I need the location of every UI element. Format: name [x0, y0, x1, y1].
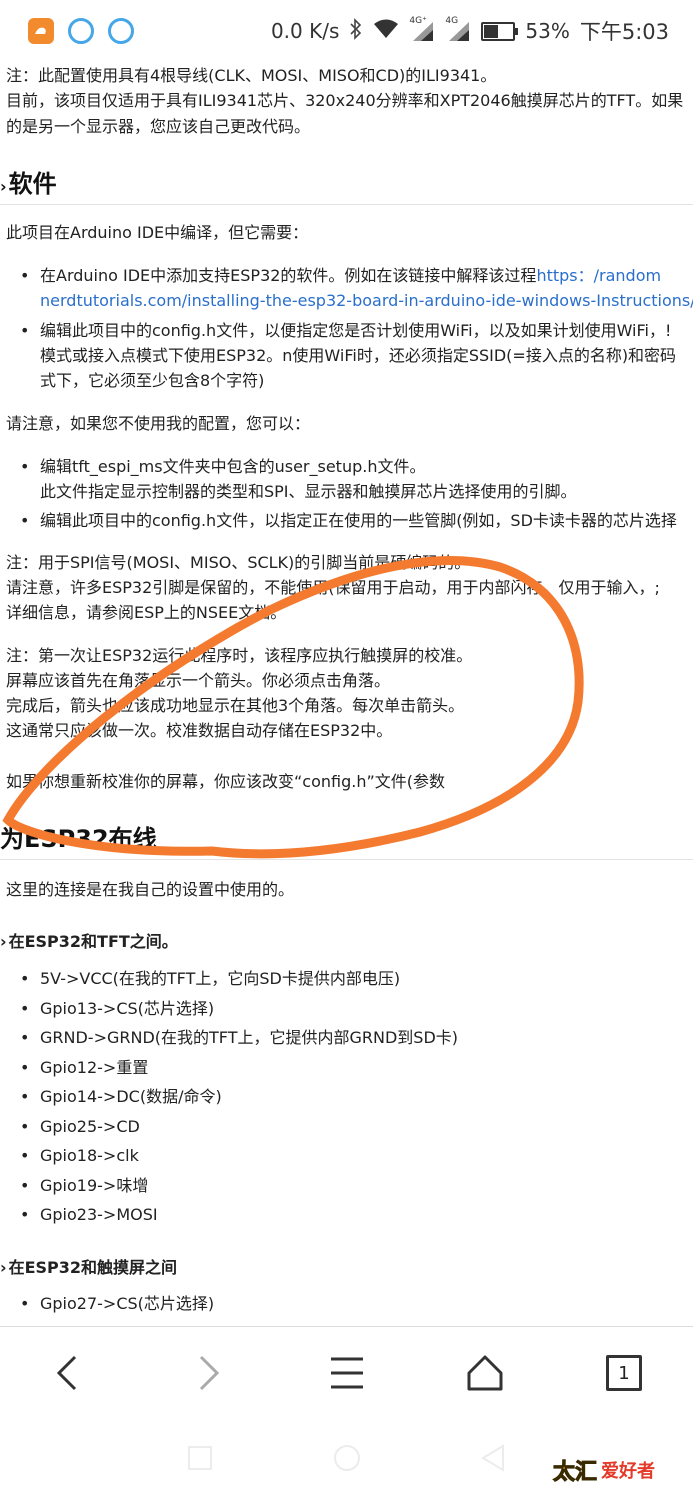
- list-item-continuation: 此文件指定显示控制器的类型和SPI、显示器和触摸屏芯片选择使用的引脚。: [40, 482, 577, 501]
- list-item-continuation: 式下，它必须至少包含8个字符): [40, 371, 265, 390]
- paragraph: 如果你想重新校准你的屏幕，你应该改变“config.h”文件(参数: [6, 772, 446, 791]
- list-item: Gpio19->味增: [20, 1172, 148, 1199]
- article-content: 注：此配置使用具有4根导线(CLK、MOSI、MISO和CD)的ILI9341。…: [0, 62, 693, 1326]
- paragraph: 注：用于SPI信号(MOSI、MISO、SCLK)的引脚当前是硬编码的。: [6, 553, 471, 572]
- heading-marker: ›: [0, 177, 7, 196]
- list-item-continuation: nerdtutorials.com/installing-the-esp32-b…: [40, 287, 693, 314]
- qq-browser-icon: [108, 18, 134, 44]
- install-guide-link[interactable]: https：/random: [536, 266, 661, 285]
- menu-button[interactable]: [315, 1341, 379, 1405]
- list-item: 5V->VCC(在我的TFT上，它向SD卡提供内部电压): [20, 965, 400, 992]
- section-heading-software: ›软件: [0, 170, 57, 198]
- list-item: Gpio25->CD: [20, 1113, 140, 1140]
- battery-icon: [481, 21, 519, 41]
- status-bar: 0.0 K/s 4G⁺ 4G 53% 下午5:03: [0, 0, 693, 62]
- list-item: 在Arduino IDE中添加支持ESP32的软件。例如在该链接中解释该过程ht…: [20, 262, 661, 289]
- heading-marker: ›: [0, 932, 7, 951]
- heading-divider: [0, 859, 693, 860]
- signal-icon: 4G⁺: [409, 16, 435, 42]
- notification-icons: [28, 18, 134, 44]
- circle-icon: [334, 1445, 360, 1471]
- list-item: Gpio23->MOSI: [20, 1201, 158, 1228]
- paragraph: 详细信息，请参阅ESP上的NSEE文档。: [6, 603, 287, 622]
- clock: 下午5:03: [579, 20, 669, 44]
- list-item: 编辑此项目中的config.h文件，以便指定您是否计划使用WiFi，以及如果计划…: [20, 317, 671, 344]
- home-icon: [467, 1355, 503, 1391]
- battery-percent: 53%: [525, 19, 570, 43]
- list-item: 编辑此项目中的config.h文件，以指定正在使用的一些管脚(例如，SD卡读卡器…: [20, 507, 677, 534]
- install-guide-link[interactable]: nerdtutorials.com/installing-the-esp32-b…: [40, 291, 693, 310]
- menu-icon: [331, 1357, 363, 1389]
- back-button[interactable]: [36, 1341, 100, 1405]
- section-heading-wiring: 为ESP32布线: [0, 825, 157, 853]
- system-back-button[interactable]: [473, 1438, 513, 1478]
- paragraph: 请注意，许多ESP32引脚是保留的，不能使用(保留用于启动，用于内部闪存，仅用于…: [6, 578, 660, 597]
- tabs-icon: 1: [606, 1355, 642, 1391]
- home-button[interactable]: [453, 1341, 517, 1405]
- signal-icon: 4G: [445, 16, 471, 42]
- list-item: Gpio18->clk: [20, 1142, 139, 1169]
- qq-browser-icon: [68, 18, 94, 44]
- tab-count: 1: [618, 1362, 630, 1384]
- paragraph: 请注意，如果您不使用我的配置，您可以：: [6, 414, 311, 433]
- paragraph: 这里的连接是在我自己的设置中使用的。: [6, 880, 295, 899]
- triangle-back-icon: [481, 1444, 504, 1472]
- system-home-button[interactable]: [327, 1438, 367, 1478]
- paragraph: 目前，该项目仅适用于具有ILI9341芯片、320x240分辨率和XPT2046…: [6, 91, 684, 110]
- subheading-tft: › 在ESP32和TFT之间。: [0, 932, 178, 951]
- network-speed: 0.0 K/s: [270, 19, 340, 43]
- site-watermark-logo: 太汇 爱好者: [552, 1459, 656, 1486]
- chevron-left-icon: [56, 1355, 77, 1391]
- list-item: Gpio27->CS(芯片选择): [20, 1290, 214, 1317]
- list-item: Gpio14->DC(数据/命令): [20, 1083, 222, 1110]
- paragraph: 这通常只应该做一次。校准数据自动存储在ESP32中。: [6, 721, 393, 740]
- bluetooth-icon: [349, 17, 363, 45]
- forward-button[interactable]: [176, 1341, 240, 1405]
- wifi-icon: [373, 19, 399, 44]
- heading-marker: ›: [0, 1258, 7, 1277]
- paragraph: 完成后，箭头也应该成功地显示在其他3个角落。每次单击箭头。: [6, 696, 465, 715]
- list-item: 编辑tft_espi_ms文件夹中包含的user_setup.h文件。: [20, 453, 426, 480]
- recent-apps-button[interactable]: [180, 1438, 220, 1478]
- uc-browser-icon: [28, 18, 54, 44]
- list-item: GRND->GRND(在我的TFT上，它提供内部GRND到SD卡): [20, 1024, 458, 1051]
- square-icon: [188, 1446, 212, 1470]
- subheading-touch: › 在ESP32和触摸屏之间: [0, 1258, 178, 1277]
- list-item: Gpio12->重置: [20, 1054, 148, 1081]
- paragraph: 屏幕应该首先在角落显示一个箭头。你必须点击角落。: [6, 671, 391, 690]
- paragraph: 注：此配置使用具有4根导线(CLK、MOSI、MISO和CD)的ILI9341。: [6, 66, 497, 85]
- tabs-button[interactable]: 1: [592, 1341, 656, 1405]
- heading-divider: [0, 204, 693, 205]
- paragraph: 注：第一次让ESP32运行此程序时，该程序应执行触摸屏的校准。: [6, 646, 473, 665]
- paragraph: 此项目在Arduino IDE中编译，但它需要：: [6, 223, 309, 242]
- chevron-right-icon: [199, 1355, 220, 1391]
- paragraph: 的是另一个显示器，您应该自己更改代码。: [6, 117, 311, 136]
- list-item-continuation: 模式或接入点模式下使用ESP32。n使用WiFi时，还必须指定SSID(=接入点…: [40, 346, 677, 365]
- status-indicators: 0.0 K/s 4G⁺ 4G 53% 下午5:03: [271, 0, 669, 62]
- list-item: Gpio13->CS(芯片选择): [20, 995, 214, 1022]
- browser-toolbar: 1: [0, 1326, 693, 1419]
